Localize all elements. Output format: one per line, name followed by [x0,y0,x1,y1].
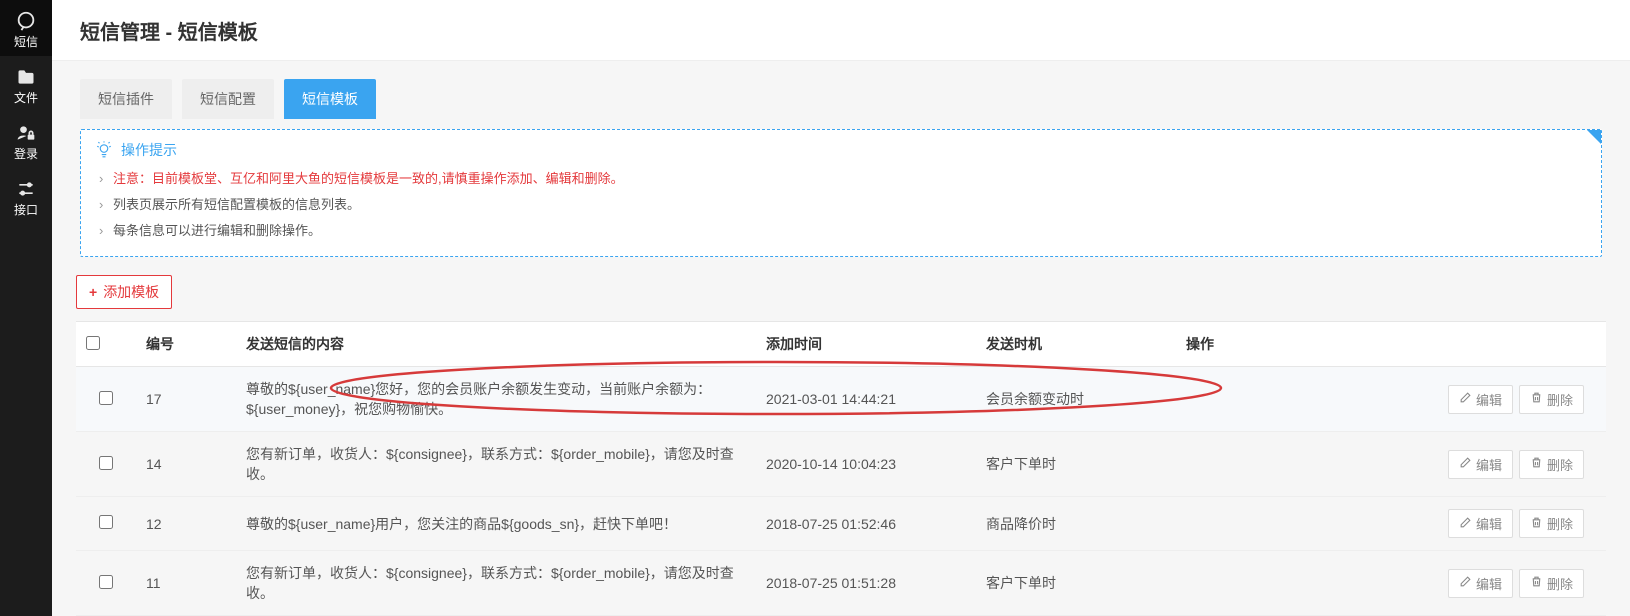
cell-trigger: 客户下单时 [976,551,1176,616]
pencil-icon [1459,516,1476,532]
row-checkbox[interactable] [99,515,113,529]
select-all-checkbox[interactable] [86,336,100,350]
lightbulb-icon [95,141,113,159]
cell-time: 2018-07-25 01:51:28 [756,551,976,616]
sidebar-item-login[interactable]: 登录 [0,112,52,168]
cell-id: 14 [136,432,236,497]
tips-heading-text: 操作提示 [121,140,177,160]
th-time: 添加时间 [756,322,976,367]
chat-icon [15,10,37,32]
sidebar-item-label: 短信 [14,36,38,48]
sidebar-item-file[interactable]: 文件 [0,56,52,112]
sidebar: 短信 文件 登录 接口 [0,0,52,616]
tab-sms-template[interactable]: 短信模板 [284,79,376,119]
edit-button[interactable]: 编辑 [1448,450,1513,479]
tips-item: 注意：目前模板堂、互亿和阿里大鱼的短信模板是一致的,请慎重操作添加、编辑和删除。 [113,166,1587,192]
th-ops: 操作 [1176,322,1606,367]
delete-button[interactable]: 删除 [1519,385,1584,414]
sidebar-item-api[interactable]: 接口 [0,168,52,224]
cell-content: 尊敬的${user_name}用户，您关注的商品${goods_sn}，赶快下单… [236,497,756,551]
collapse-icon[interactable] [1587,130,1601,144]
delete-label: 删除 [1547,390,1573,409]
table-row: 14您有新订单，收货人：${consignee}，联系方式：${order_mo… [76,432,1606,497]
sidebar-item-label: 登录 [14,148,38,160]
trash-icon [1530,516,1547,532]
cell-content: 尊敬的${user_name}您好，您的会员账户余额发生变动，当前账户余额为：$… [236,367,756,432]
th-content: 发送短信的内容 [236,322,756,367]
edit-button[interactable]: 编辑 [1448,385,1513,414]
tips-item-text: 注意：目前模板堂、互亿和阿里大鱼的短信模板是一致的,请慎重操作添加、编辑和删除。 [113,171,624,186]
cell-id: 17 [136,367,236,432]
delete-label: 删除 [1547,514,1573,533]
edit-label: 编辑 [1476,574,1502,593]
edit-label: 编辑 [1476,514,1502,533]
tips-item: 列表页展示所有短信配置模板的信息列表。 [113,192,1587,218]
cell-content: 您有新订单，收货人：${consignee}，联系方式：${order_mobi… [236,432,756,497]
cell-trigger: 客户下单时 [976,432,1176,497]
tips-item: 每条信息可以进行编辑和删除操作。 [113,218,1587,244]
add-template-button[interactable]: + 添加模板 [76,275,172,309]
plus-icon: + [89,284,97,300]
table-row: 11您有新订单，收货人：${consignee}，联系方式：${order_mo… [76,551,1606,616]
page-title: 短信管理 - 短信模板 [52,0,1630,60]
edit-label: 编辑 [1476,390,1502,409]
tips-panel: 操作提示 注意：目前模板堂、互亿和阿里大鱼的短信模板是一致的,请慎重操作添加、编… [80,129,1602,257]
add-template-label: 添加模板 [103,282,159,302]
sidebar-item-label: 接口 [14,204,38,216]
cell-content: 您有新订单，收货人：${consignee}，联系方式：${order_mobi… [236,551,756,616]
sliders-icon [15,178,37,200]
template-table: 编号 发送短信的内容 添加时间 发送时机 操作 17尊敬的${user_name… [76,321,1606,616]
cell-trigger: 会员余额变动时 [976,367,1176,432]
edit-label: 编辑 [1476,455,1502,474]
pencil-icon [1459,456,1476,472]
table-row: 17尊敬的${user_name}您好，您的会员账户余额发生变动，当前账户余额为… [76,367,1606,432]
delete-button[interactable]: 删除 [1519,509,1584,538]
edit-button[interactable]: 编辑 [1448,509,1513,538]
sidebar-item-label: 文件 [14,92,38,104]
th-id: 编号 [136,322,236,367]
delete-button[interactable]: 删除 [1519,569,1584,598]
cell-time: 2021-03-01 14:44:21 [756,367,976,432]
trash-icon [1530,456,1547,472]
tips-item-text: 列表页展示所有短信配置模板的信息列表。 [113,197,360,212]
table-row: 12尊敬的${user_name}用户，您关注的商品${goods_sn}，赶快… [76,497,1606,551]
delete-label: 删除 [1547,455,1573,474]
main: 短信管理 - 短信模板 短信插件 短信配置 短信模板 操作提示 注意：目前模板堂… [52,0,1630,616]
tips-item-text: 每条信息可以进行编辑和删除操作。 [113,223,321,238]
pencil-icon [1459,391,1476,407]
content-area: 短信插件 短信配置 短信模板 操作提示 注意：目前模板堂、互亿和阿里大鱼的短信模… [52,60,1630,616]
trash-icon [1530,575,1547,591]
folder-icon [15,66,37,88]
tab-sms-config[interactable]: 短信配置 [182,79,274,119]
cell-time: 2020-10-14 10:04:23 [756,432,976,497]
tabs: 短信插件 短信配置 短信模板 [76,79,1606,119]
row-checkbox[interactable] [99,391,113,405]
pencil-icon [1459,575,1476,591]
row-checkbox[interactable] [99,575,113,589]
cell-time: 2018-07-25 01:52:46 [756,497,976,551]
edit-button[interactable]: 编辑 [1448,569,1513,598]
delete-button[interactable]: 删除 [1519,450,1584,479]
row-checkbox[interactable] [99,456,113,470]
th-trigger: 发送时机 [976,322,1176,367]
user-lock-icon [15,122,37,144]
sidebar-item-sms[interactable]: 短信 [0,0,52,56]
cell-id: 11 [136,551,236,616]
tips-heading: 操作提示 [95,140,1587,160]
tab-sms-plugin[interactable]: 短信插件 [80,79,172,119]
cell-id: 12 [136,497,236,551]
delete-label: 删除 [1547,574,1573,593]
trash-icon [1530,391,1547,407]
cell-trigger: 商品降价时 [976,497,1176,551]
